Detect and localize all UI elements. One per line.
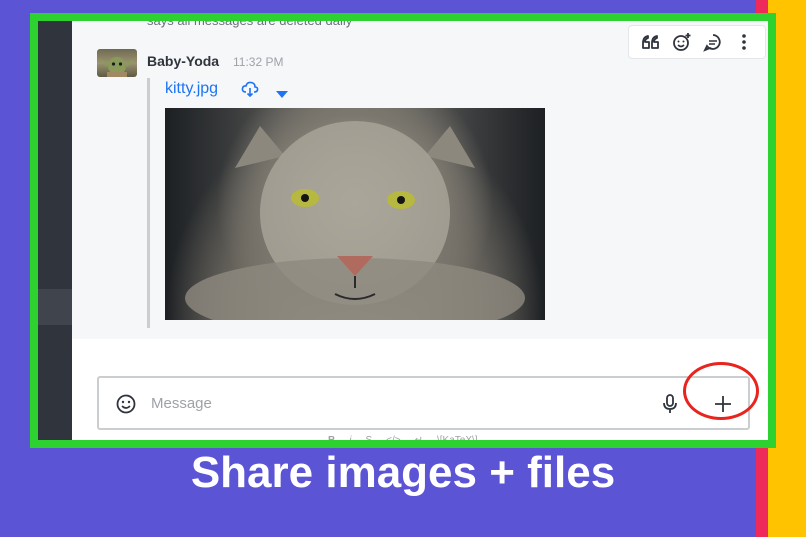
format-katex-button[interactable]: \[KaTeX\]: [437, 435, 478, 440]
formatting-toolbar: B i S </> ↵ \[KaTeX\]: [328, 435, 478, 440]
caret-down-icon[interactable]: [276, 86, 288, 98]
attachment-file-name[interactable]: kitty.jpg: [165, 80, 218, 98]
kebab-menu-icon[interactable]: [733, 31, 755, 53]
format-multiline-button[interactable]: ↵: [415, 435, 423, 440]
format-code-button[interactable]: </>: [386, 435, 400, 440]
format-strike-button[interactable]: S: [365, 435, 372, 440]
promo-caption: Share images + files: [190, 448, 616, 497]
app-screenshot-frame: says all messages are deleted daily Baby…: [30, 13, 776, 448]
quote-icon[interactable]: [640, 31, 662, 53]
message-action-toolbar: [628, 25, 766, 59]
format-italic-button[interactable]: i: [349, 435, 351, 440]
file-attachment: kitty.jpg: [147, 78, 547, 338]
format-bold-button[interactable]: B: [328, 435, 335, 440]
attachment-image-preview[interactable]: [165, 108, 545, 338]
avatar[interactable]: [97, 49, 137, 77]
message-timestamp: 11:32 PM: [233, 55, 284, 69]
microphone-icon[interactable]: [659, 393, 681, 415]
add-reaction-icon[interactable]: [671, 31, 693, 53]
message-list: says all messages are deleted daily Baby…: [72, 21, 768, 339]
sidebar-active-item[interactable]: [38, 289, 72, 325]
previous-message-text: says all messages are deleted daily: [147, 13, 353, 28]
sidebar-rail: [38, 21, 72, 440]
message-input[interactable]: [151, 390, 631, 416]
reply-in-thread-icon[interactable]: [702, 31, 724, 53]
message-username[interactable]: Baby-Yoda: [147, 53, 219, 69]
plus-highlight-circle: [683, 362, 759, 420]
cloud-download-icon[interactable]: [241, 80, 259, 98]
emoji-icon[interactable]: [115, 393, 137, 415]
message-composer: [97, 376, 750, 430]
